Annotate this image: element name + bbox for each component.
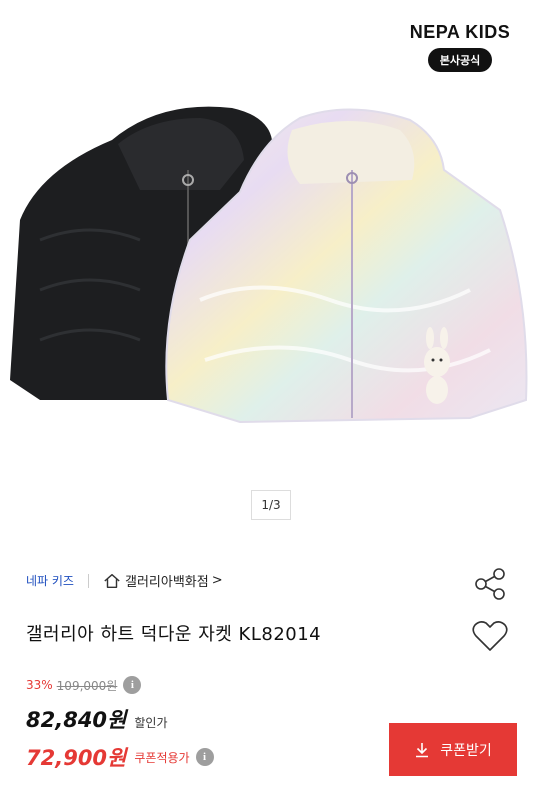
heart-icon[interactable]: [470, 618, 510, 654]
get-coupon-label: 쿠폰받기: [440, 742, 492, 759]
breadcrumb-divider: [87, 573, 89, 588]
coupon-price-row: 72,900원 쿠폰적용가 i: [26, 742, 214, 772]
product-image[interactable]: [0, 100, 542, 460]
brand-logo: NEPA KIDS: [409, 22, 511, 42]
chevron-right-icon: >: [211, 573, 223, 588]
download-icon: [416, 742, 429, 757]
sale-price-label: 할인가: [134, 716, 168, 730]
breadcrumb: 네파 키즈 갤러리아백화점 >: [26, 571, 223, 590]
discount-rate: 33%: [26, 678, 53, 692]
store-link[interactable]: 갤러리아백화점: [125, 571, 209, 590]
brand-link[interactable]: 네파 키즈: [26, 572, 74, 589]
sale-price: 82,840원: [26, 708, 127, 732]
share-icon[interactable]: [472, 566, 508, 602]
original-price-row: 33% 109,000원 i: [26, 676, 142, 694]
official-badge: 본사공식: [427, 48, 493, 72]
product-gallery[interactable]: NEPA KIDS 본사공식 1/3: [0, 0, 542, 535]
brand-mark: NEPA KIDS 본사공식: [400, 22, 520, 72]
coupon-price: 72,900원: [26, 746, 127, 770]
gallery-pager[interactable]: 1/3: [251, 490, 291, 520]
coupon-price-label: 쿠폰적용가: [134, 750, 190, 765]
product-title: 갤러리아 하트 덕다운 자켓 KL82014: [26, 624, 322, 645]
info-icon[interactable]: i: [123, 676, 142, 694]
get-coupon-button[interactable]: 쿠폰받기: [389, 723, 517, 776]
home-icon: [104, 573, 120, 588]
info-icon[interactable]: i: [195, 748, 214, 766]
sale-price-row: 82,840원 할인가: [26, 704, 167, 734]
original-price: 109,000원: [56, 678, 118, 693]
